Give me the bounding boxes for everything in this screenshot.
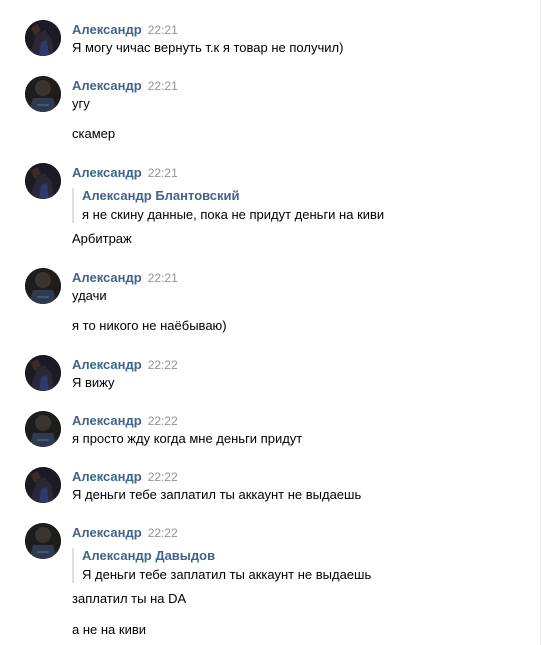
author-name[interactable]: Александр: [72, 165, 142, 180]
author-name[interactable]: Александр: [72, 469, 142, 484]
author-name[interactable]: Александр: [72, 22, 142, 37]
message-text: Я деньги тебе заплатил ты аккаунт не выд…: [72, 487, 362, 502]
message-header: Александр 22:22: [72, 413, 178, 429]
avatar[interactable]: [25, 355, 61, 391]
message-time[interactable]: 22:22: [148, 358, 178, 372]
message-time[interactable]: 22:22: [148, 526, 178, 540]
avatar[interactable]: [25, 467, 61, 503]
message-text: я просто жду когда мне деньги придут: [72, 431, 303, 446]
message-header: Александр 22:21: [72, 165, 178, 181]
message-text: угу: [72, 96, 90, 111]
message-text: а не на киви: [72, 622, 147, 637]
message-header: Александр 22:22: [72, 357, 178, 373]
avatar-photo-icon: [25, 163, 61, 199]
avatar[interactable]: [25, 76, 61, 112]
author-name[interactable]: Александр: [72, 78, 142, 93]
avatar-photo-icon: [25, 268, 61, 304]
message-header: Александр 22:21: [72, 22, 178, 38]
quote-author[interactable]: Александр Давыдов: [82, 548, 512, 564]
message-text: Арбитраж: [72, 231, 132, 246]
message-time[interactable]: 22:21: [148, 79, 178, 93]
message-text: заплатил ты на DA: [72, 591, 187, 606]
avatar[interactable]: [25, 20, 61, 56]
message-text: Я вижу: [72, 375, 115, 390]
message-time[interactable]: 22:21: [148, 271, 178, 285]
avatar-photo-icon: [25, 523, 61, 559]
message-text: Я могу чичас вернуть т.к я товар не полу…: [72, 40, 344, 55]
quote-text: Я деньги тебе заплатил ты аккаунт не выд…: [82, 567, 372, 582]
avatar-photo-icon: [25, 355, 61, 391]
message-header: Александр 22:22: [72, 525, 178, 541]
avatar-photo-icon: [25, 76, 61, 112]
avatar[interactable]: [25, 523, 61, 559]
author-name[interactable]: Александр: [72, 525, 142, 540]
avatar[interactable]: [25, 163, 61, 199]
message-header: Александр 22:21: [72, 270, 178, 286]
quote-author[interactable]: Александр Блантовский: [82, 188, 512, 204]
avatar-photo-icon: [25, 411, 61, 447]
message-time[interactable]: 22:22: [148, 414, 178, 428]
message-text: скамер: [72, 126, 116, 141]
quote-text: я не скину данные, пока не придут деньги…: [82, 207, 385, 222]
message-time[interactable]: 22:21: [148, 166, 178, 180]
avatar[interactable]: [25, 268, 61, 304]
author-name[interactable]: Александр: [72, 413, 142, 428]
message-header: Александр 22:21: [72, 78, 178, 94]
message-time[interactable]: 22:21: [148, 23, 178, 37]
avatar-photo-icon: [25, 467, 61, 503]
avatar[interactable]: [25, 411, 61, 447]
author-name[interactable]: Александр: [72, 270, 142, 285]
message-text: я то никого не наёбываю): [72, 318, 227, 333]
message-header: Александр 22:22: [72, 469, 178, 485]
forwarded-quote[interactable]: Александр Блантовский я не скину данные,…: [72, 188, 512, 223]
message-text: удачи: [72, 288, 107, 303]
avatar-photo-icon: [25, 20, 61, 56]
author-name[interactable]: Александр: [72, 357, 142, 372]
forwarded-quote[interactable]: Александр Давыдов Я деньги тебе заплатил…: [72, 548, 512, 583]
message-time[interactable]: 22:22: [148, 470, 178, 484]
